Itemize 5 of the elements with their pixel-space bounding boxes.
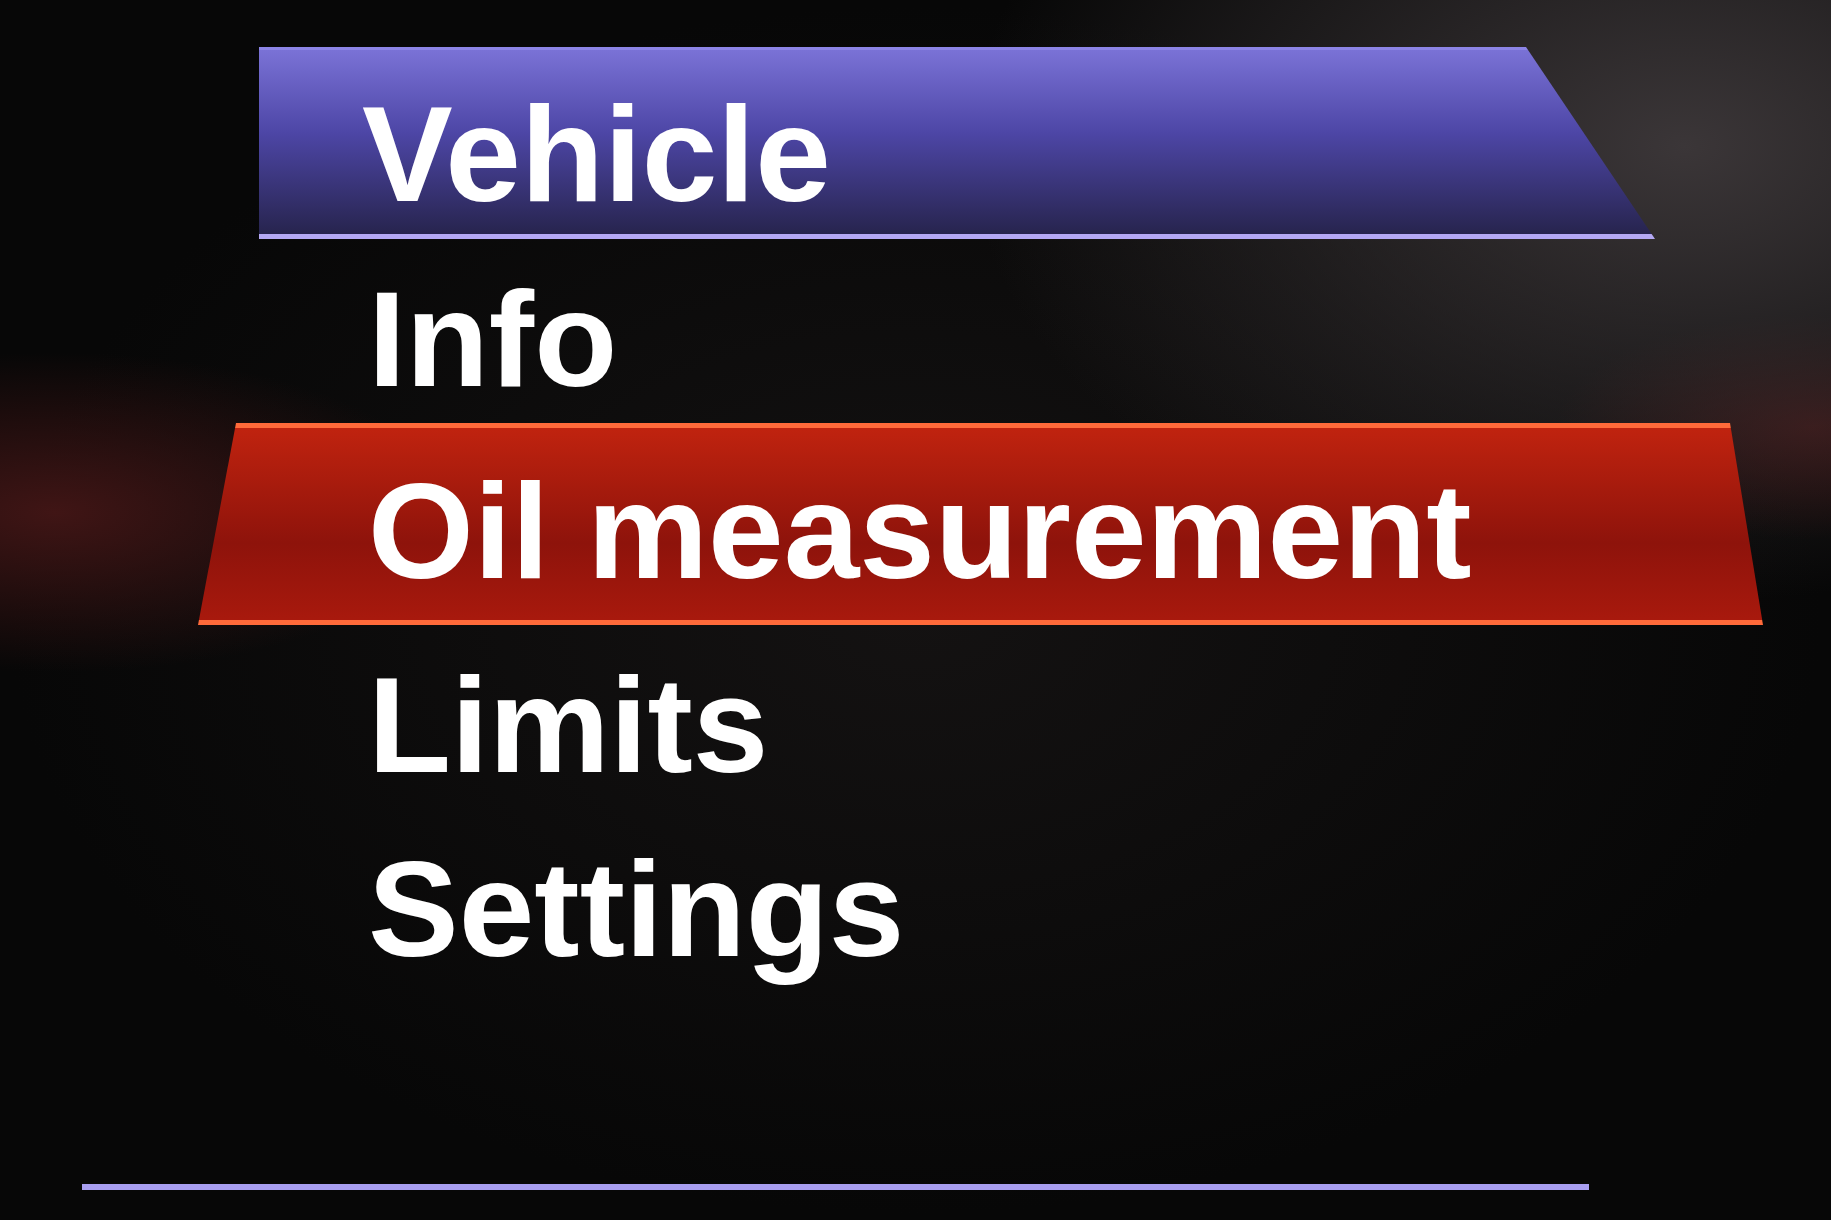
menu-item[interactable]: Oil measurement — [198, 423, 1763, 625]
menu-item[interactable]: Info — [198, 239, 1763, 423]
menu-item[interactable]: Limits — [198, 625, 1763, 809]
menu-item[interactable]: Settings — [198, 809, 1763, 993]
menu-title: Vehicle — [362, 86, 831, 222]
